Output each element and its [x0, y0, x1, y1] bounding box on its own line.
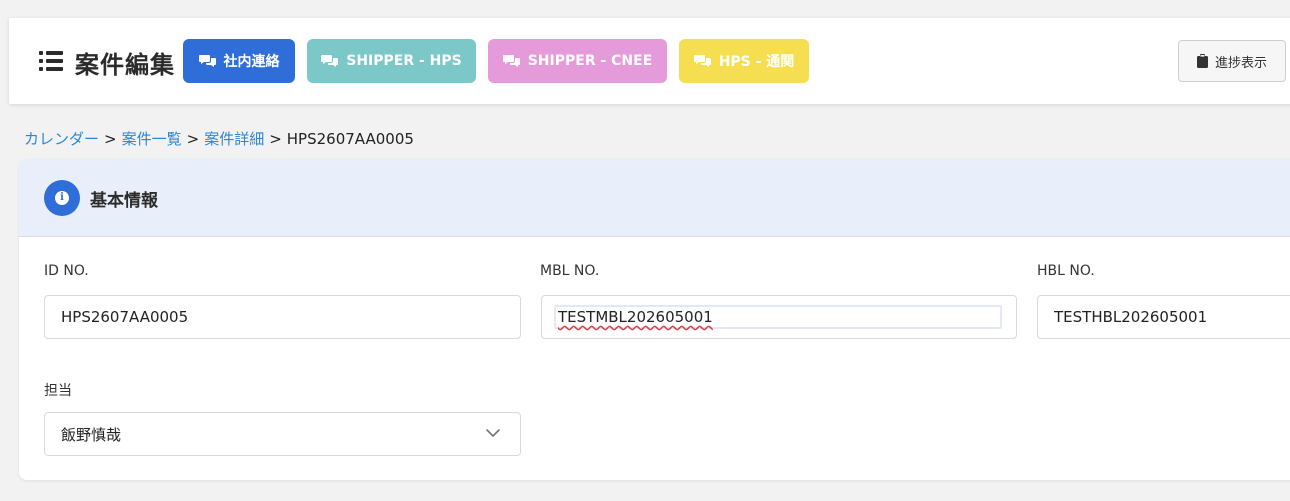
assignee-label: 担当	[44, 383, 72, 399]
breadcrumb-separator: >	[186, 130, 200, 148]
hbl-no-label: HBL NO.	[1037, 263, 1095, 279]
page-title: 案件編集	[75, 51, 175, 79]
breadcrumb-link-calendar[interactable]: カレンダー	[24, 130, 99, 148]
id-no-label: ID NO.	[44, 263, 89, 279]
breadcrumb: カレンダー > 案件一覧 > 案件詳細 > HPS2607AA0005	[24, 128, 414, 149]
id-no-field[interactable]: HPS2607AA0005	[44, 295, 521, 339]
chevron-down-icon	[486, 429, 500, 437]
list-icon[interactable]	[39, 51, 63, 71]
clipboard-icon	[1196, 54, 1208, 68]
mbl-no-label: MBL NO.	[540, 263, 600, 279]
top-bar: 案件編集 社内連絡 SHIPPER - HPS SHIPPER - CNEE H…	[9, 18, 1290, 104]
progress-button[interactable]: 進捗表示	[1178, 40, 1286, 82]
comments-icon	[693, 55, 711, 67]
comments-icon	[198, 55, 216, 67]
breadcrumb-current: HPS2607AA0005	[286, 130, 414, 148]
breadcrumb-link-case-detail[interactable]: 案件詳細	[204, 130, 264, 148]
chat-button-label: HPS - 通関	[718, 54, 795, 70]
chat-button-label: SHIPPER - CNEE	[527, 53, 653, 69]
assignee-select[interactable]: 飯野慎哉	[44, 412, 521, 456]
section-title: 基本情報	[90, 191, 158, 211]
comments-icon	[502, 55, 520, 67]
hbl-no-value: TESTHBL202605001	[1054, 308, 1208, 326]
comments-icon	[321, 55, 339, 67]
breadcrumb-link-case-list[interactable]: 案件一覧	[122, 130, 182, 148]
breadcrumb-separator: >	[269, 130, 282, 148]
mbl-no-value: TESTMBL202605001	[558, 308, 713, 326]
assignee-value: 飯野慎哉	[61, 425, 122, 444]
mbl-no-field[interactable]: TESTMBL202605001	[541, 295, 1017, 339]
hbl-no-field[interactable]: TESTHBL202605001	[1037, 295, 1290, 339]
chat-button-label: 社内連絡	[223, 54, 280, 70]
chat-button-internal[interactable]: 社内連絡	[183, 39, 295, 83]
chat-button-shipper-hps[interactable]: SHIPPER - HPS	[307, 39, 476, 83]
chat-button-hps-customs[interactable]: HPS - 通関	[679, 39, 809, 83]
basic-info-card: i 基本情報 ID NO. HPS2607AA0005 MBL NO. TEST…	[19, 159, 1290, 480]
card-header: i 基本情報	[19, 159, 1290, 237]
info-icon: i	[44, 180, 80, 216]
progress-button-label: 進捗表示	[1214, 55, 1267, 71]
breadcrumb-separator: >	[104, 130, 117, 148]
id-no-value: HPS2607AA0005	[61, 308, 189, 326]
chat-button-label: SHIPPER - HPS	[346, 53, 462, 69]
chat-button-shipper-cnee[interactable]: SHIPPER - CNEE	[488, 39, 667, 83]
